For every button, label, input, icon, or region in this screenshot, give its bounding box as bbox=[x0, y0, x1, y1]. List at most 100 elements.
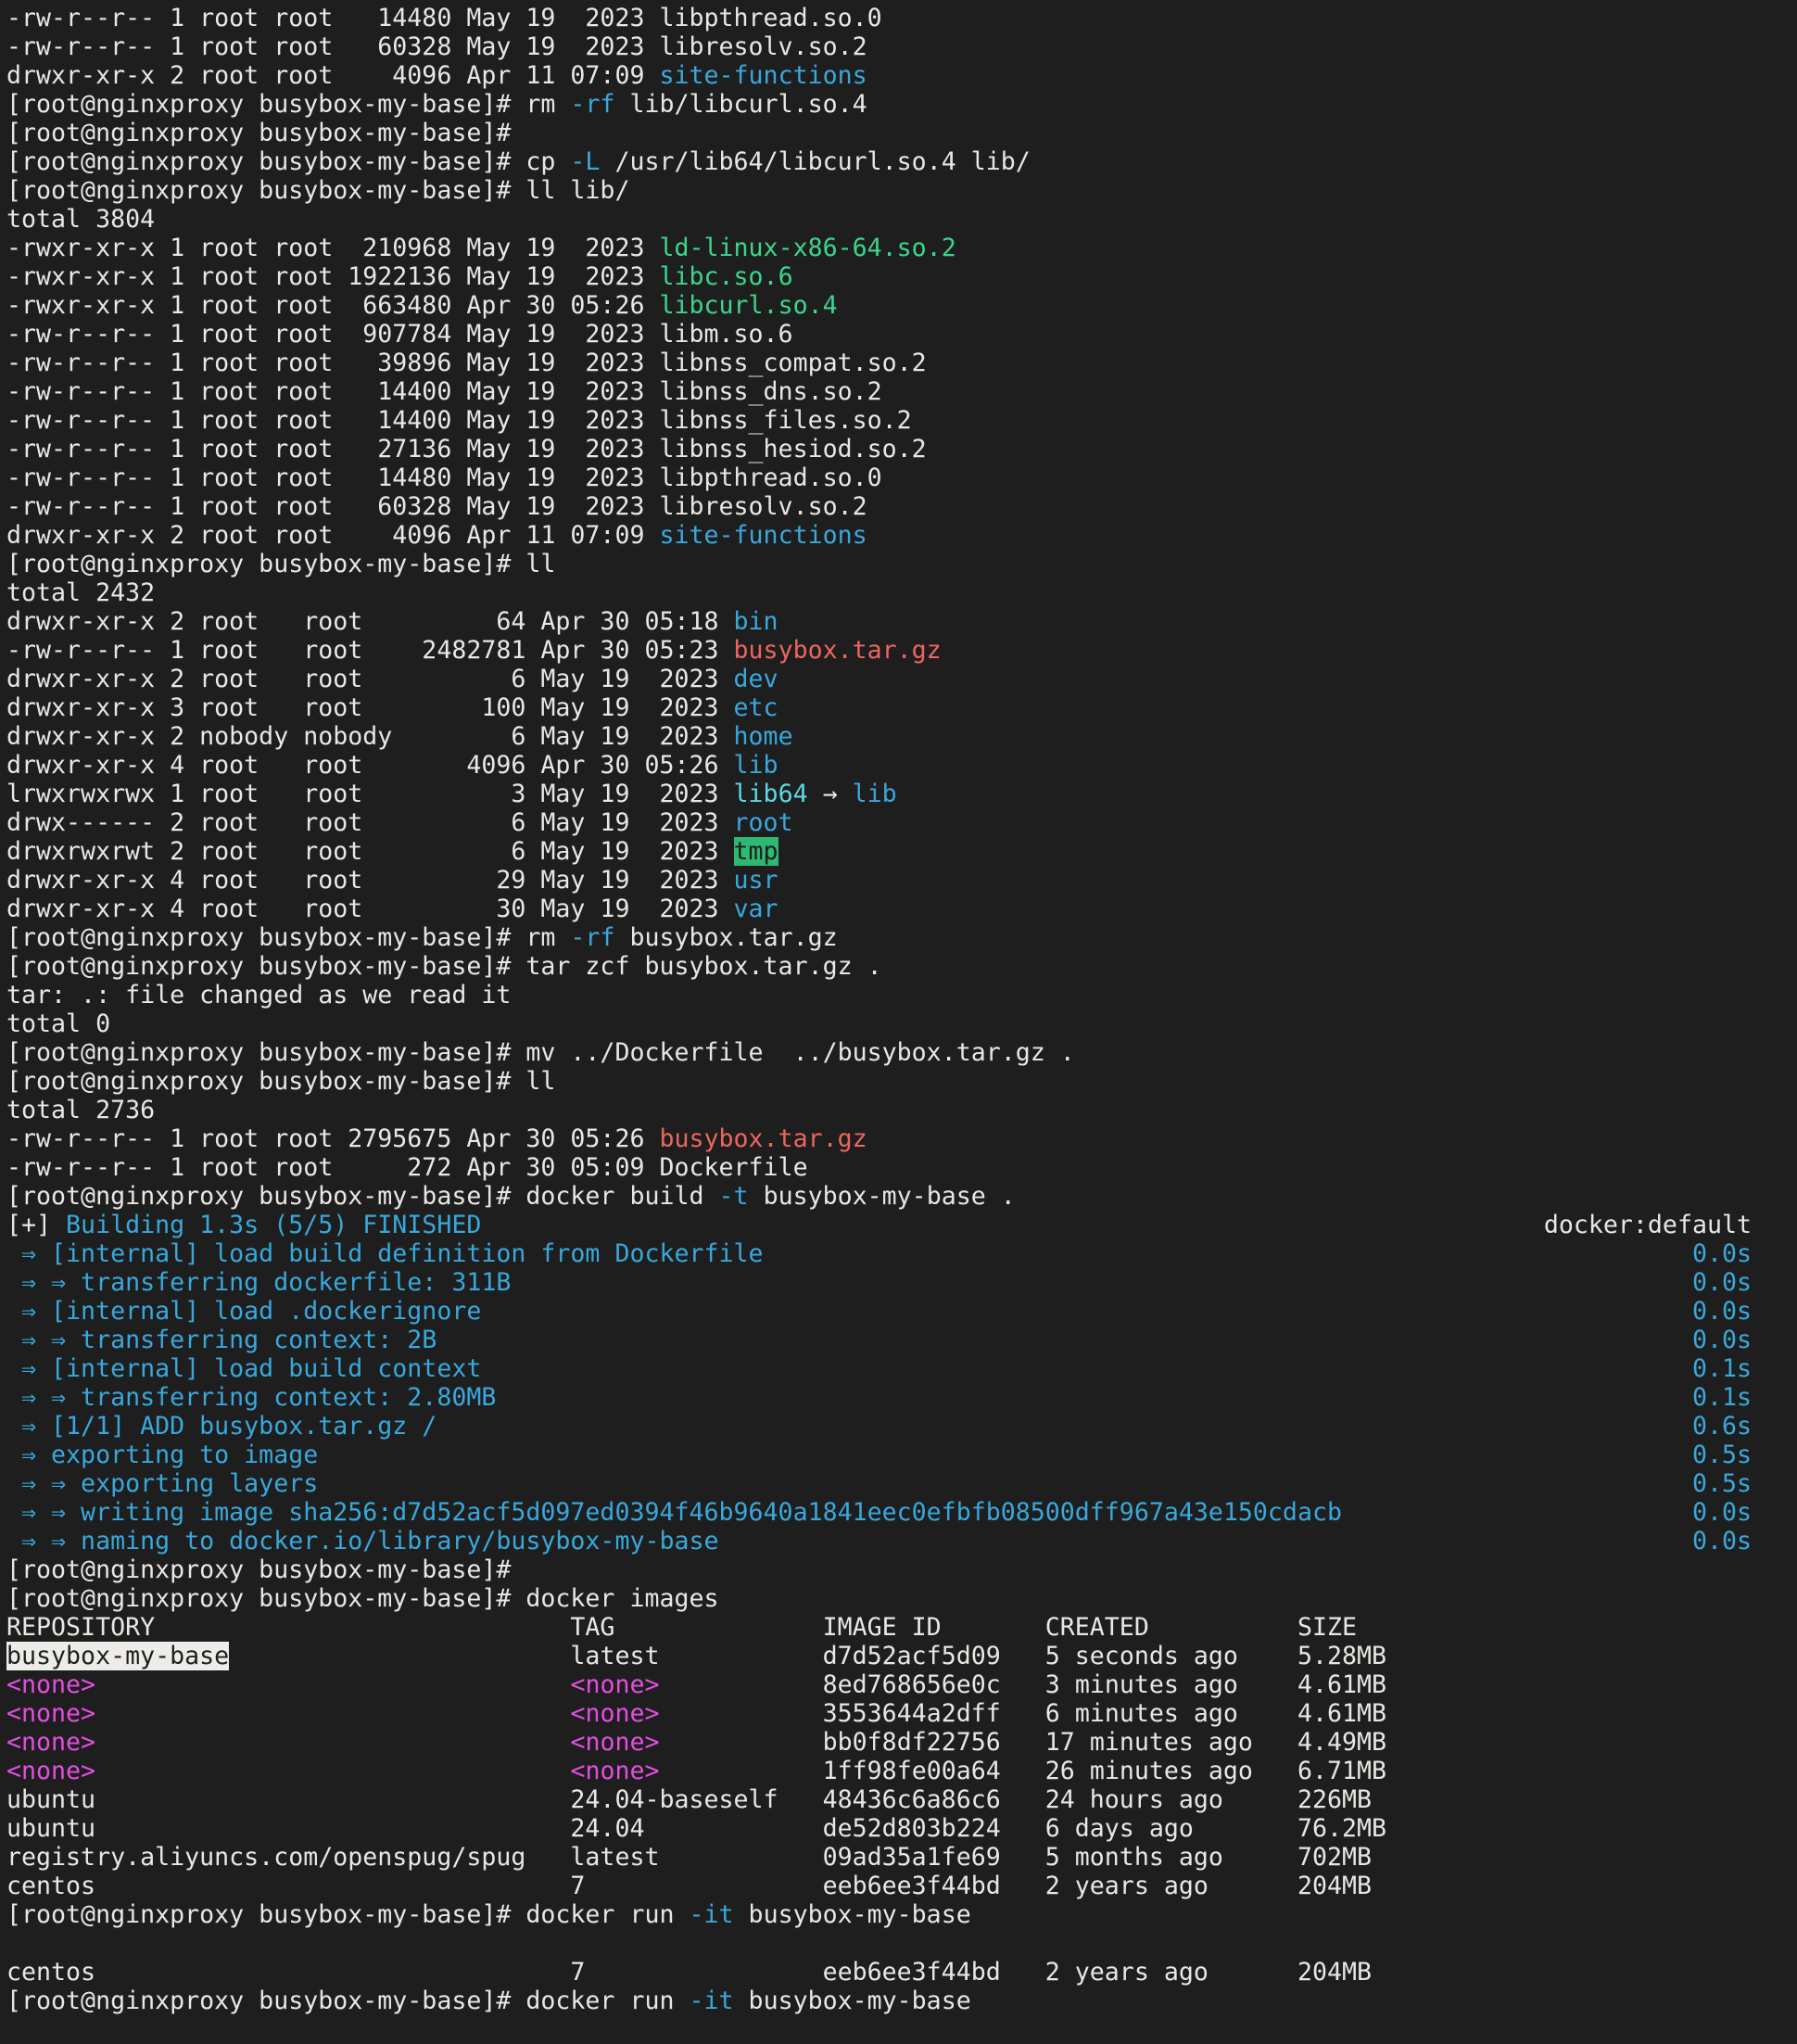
text-segment: 0.0s bbox=[1692, 1268, 1752, 1297]
text-segment: -rw-r--r-- 1 root root 14480 May 19 2023… bbox=[6, 4, 882, 32]
terminal-line: drwxr-xr-x 3 root root 100 May 19 2023 e… bbox=[6, 693, 1797, 722]
terminal-line: -rw-r--r-- 1 root root 14480 May 19 2023… bbox=[6, 4, 1797, 32]
text-segment: busybox.tar.gz bbox=[659, 1124, 867, 1153]
text-segment: /usr/lib64/libcurl.so.4 lib/ bbox=[600, 147, 1030, 176]
text-segment: [root@nginxproxy busybox-my-base]# docke… bbox=[6, 1987, 690, 2015]
text-segment: [root@nginxproxy busybox-my-base]# bbox=[6, 1555, 511, 1584]
text-segment: -it bbox=[690, 1900, 734, 1929]
terminal-line: centos 7 eeb6ee3f44bd 2 years ago 204MB bbox=[6, 1872, 1797, 1900]
text-segment: drwxr-xr-x 2 nobody nobody 6 May 19 2023 bbox=[6, 722, 734, 751]
terminal-line: -rw-r--r-- 1 root root 14400 May 19 2023… bbox=[6, 406, 1797, 435]
text-segment: -rwxr-xr-x 1 root root 210968 May 19 202… bbox=[6, 234, 659, 262]
text-segment: total 2432 bbox=[6, 578, 155, 607]
terminal-line: ⇒ [1/1] ADD busybox.tar.gz /0.6s bbox=[6, 1412, 1797, 1441]
terminal-line: ⇒ ⇒ transferring context: 2.80MB0.1s bbox=[6, 1383, 1797, 1412]
text-segment: ⇒ [internal] load build definition from … bbox=[6, 1239, 764, 1268]
terminal-line: ⇒ ⇒ transferring dockerfile: 311B 0.0s bbox=[6, 1268, 1797, 1297]
text-segment: [root@nginxproxy busybox-my-base]# ll bbox=[6, 1067, 555, 1096]
text-segment: [root@nginxproxy busybox-my-base]# ll bbox=[6, 550, 555, 578]
text-segment: [root@nginxproxy busybox-my-base]# rm bbox=[6, 923, 570, 952]
terminal-line: [+] Building 1.3s (5/5) FINISHEDdocker:d… bbox=[6, 1211, 1797, 1239]
text-segment: root bbox=[734, 808, 793, 837]
terminal-line: -rwxr-xr-x 1 root root 1922136 May 19 20… bbox=[6, 262, 1797, 291]
text-segment: ⇒ ⇒ transferring dockerfile: 311B bbox=[6, 1268, 511, 1297]
text-segment: -rwxr-xr-x 1 root root 1922136 May 19 20… bbox=[6, 262, 659, 291]
terminal-line: [root@nginxproxy busybox-my-base]# docke… bbox=[6, 1900, 1797, 1929]
right-aligned-text: 0.1s bbox=[1692, 1354, 1752, 1383]
terminal-line: ⇒ ⇒ naming to docker.io/library/busybox-… bbox=[6, 1527, 1797, 1555]
text-segment: -rf bbox=[570, 90, 614, 119]
terminal-line: [root@nginxproxy busybox-my-base]# ll bbox=[6, 550, 1797, 578]
text-segment: total 0 bbox=[6, 1009, 110, 1038]
terminal-line: -rw-r--r-- 1 root root 60328 May 19 2023… bbox=[6, 32, 1797, 61]
terminal-line: [root@nginxproxy busybox-my-base]# rm -r… bbox=[6, 90, 1797, 119]
terminal-line: drwxr-xr-x 2 root root 4096 Apr 11 07:09… bbox=[6, 61, 1797, 90]
terminal-line: drwxr-xr-x 2 nobody nobody 6 May 19 2023… bbox=[6, 722, 1797, 751]
text-segment: busybox-my-base . bbox=[749, 1182, 1016, 1211]
terminal-line: [root@nginxproxy busybox-my-base]# bbox=[6, 1555, 1797, 1584]
text-segment: etc bbox=[734, 693, 778, 722]
text-segment: -rwxr-xr-x 1 root root 663480 Apr 30 05:… bbox=[6, 291, 659, 320]
text-segment: libc.so.6 bbox=[659, 262, 792, 291]
text-segment: drwxr-xr-x 3 root root 100 May 19 2023 bbox=[6, 693, 734, 722]
terminal-line: -rw-r--r-- 1 root root 14400 May 19 2023… bbox=[6, 377, 1797, 406]
text-segment: lrwxrwxrwx 1 root root 3 May 19 2023 bbox=[6, 780, 734, 808]
text-segment: ⇒ [internal] load .dockerignore bbox=[6, 1297, 481, 1326]
text-segment: <none> bbox=[6, 1757, 95, 1785]
text-segment: <none> bbox=[6, 1670, 95, 1699]
terminal-screen[interactable]: -rw-r--r-- 1 root root 14480 May 19 2023… bbox=[0, 0, 1797, 2029]
right-aligned-text: 0.5s bbox=[1692, 1469, 1752, 1498]
text-segment: [root@nginxproxy busybox-my-base]# docke… bbox=[6, 1900, 690, 1929]
text-segment: drwxr-xr-x 2 root root 4096 Apr 11 07:09 bbox=[6, 521, 659, 550]
terminal-line: -rw-r--r-- 1 root root 272 Apr 30 05:09 … bbox=[6, 1153, 1797, 1182]
terminal-line: ⇒ [internal] load build definition from … bbox=[6, 1239, 1797, 1268]
text-segment: latest d7d52acf5d09 5 seconds ago 5.28MB bbox=[229, 1642, 1386, 1670]
terminal-line: -rw-r--r-- 1 root root 907784 May 19 202… bbox=[6, 320, 1797, 349]
terminal-line: [root@nginxproxy busybox-my-base]# docke… bbox=[6, 1182, 1797, 1211]
text-segment bbox=[95, 1757, 570, 1785]
text-segment: drwxr-xr-x 2 root root 6 May 19 2023 bbox=[6, 665, 734, 693]
text-segment: [root@nginxproxy busybox-my-base]# bbox=[6, 119, 511, 147]
right-aligned-text: 0.0s bbox=[1692, 1297, 1752, 1326]
text-segment: [root@nginxproxy busybox-my-base]# tar z… bbox=[6, 952, 882, 981]
terminal-line: ubuntu 24.04 de52d803b224 6 days ago 76.… bbox=[6, 1814, 1797, 1843]
terminal-line: -rw-r--r-- 1 root root 27136 May 19 2023… bbox=[6, 435, 1797, 463]
text-segment: [+] bbox=[6, 1211, 66, 1239]
text-segment: -rw-r--r-- 1 root root 272 Apr 30 05:09 … bbox=[6, 1153, 808, 1182]
terminal-line bbox=[6, 1929, 1797, 1958]
text-segment: 0.6s bbox=[1692, 1412, 1752, 1441]
text-segment: 0.5s bbox=[1692, 1469, 1752, 1498]
text-segment: tar: .: file changed as we read it bbox=[6, 981, 511, 1009]
text-segment: bin bbox=[734, 607, 778, 636]
text-segment: <none> bbox=[570, 1757, 659, 1785]
text-segment: → bbox=[808, 780, 853, 808]
text-segment: 1ff98fe00a64 26 minutes ago 6.71MB bbox=[660, 1757, 1387, 1785]
text-segment: ⇒ exporting to image bbox=[6, 1441, 318, 1469]
right-aligned-text: docker:default bbox=[1544, 1211, 1752, 1239]
text-segment: -rw-r--r-- 1 root root 39896 May 19 2023… bbox=[6, 349, 927, 377]
text-segment: site-functions bbox=[659, 61, 867, 90]
text-segment: busybox-my-base bbox=[734, 1987, 971, 2015]
text-segment: -rw-r--r-- 1 root root 14480 May 19 2023… bbox=[6, 463, 882, 492]
text-segment: drwxrwxrwt 2 root root 6 May 19 2023 bbox=[6, 837, 734, 866]
text-segment: REPOSITORY TAG IMAGE ID CREATED SIZE bbox=[6, 1613, 1357, 1642]
text-segment: centos 7 eeb6ee3f44bd 2 years ago 204MB bbox=[6, 1872, 1372, 1900]
text-segment: libcurl.so.4 bbox=[659, 291, 837, 320]
terminal-line: drwxr-xr-x 2 root root 6 May 19 2023 dev bbox=[6, 665, 1797, 693]
terminal-line: [root@nginxproxy busybox-my-base]# ll li… bbox=[6, 176, 1797, 205]
text-segment: 0.0s bbox=[1692, 1239, 1752, 1268]
text-segment: -rf bbox=[570, 923, 614, 952]
terminal-line: -rw-r--r-- 1 root root 14480 May 19 2023… bbox=[6, 463, 1797, 492]
right-aligned-text: 0.6s bbox=[1692, 1412, 1752, 1441]
text-segment: <none> bbox=[6, 1699, 95, 1728]
text-segment: -rw-r--r-- 1 root root 907784 May 19 202… bbox=[6, 320, 793, 349]
text-segment: busybox-my-base bbox=[6, 1642, 229, 1670]
terminal-line: [root@nginxproxy busybox-my-base]# cp -L… bbox=[6, 147, 1797, 176]
text-segment: centos 7 eeb6ee3f44bd 2 years ago 204MB bbox=[6, 1958, 1372, 1987]
text-segment: ⇒ [internal] load build context bbox=[6, 1354, 481, 1383]
terminal-line: drwxr-xr-x 4 root root 29 May 19 2023 us… bbox=[6, 866, 1797, 895]
text-segment: 0.0s bbox=[1692, 1527, 1752, 1555]
text-segment: dev bbox=[734, 665, 778, 693]
text-segment: lib bbox=[853, 780, 897, 808]
text-segment: -rw-r--r-- 1 root root 2482781 Apr 30 05… bbox=[6, 636, 734, 665]
